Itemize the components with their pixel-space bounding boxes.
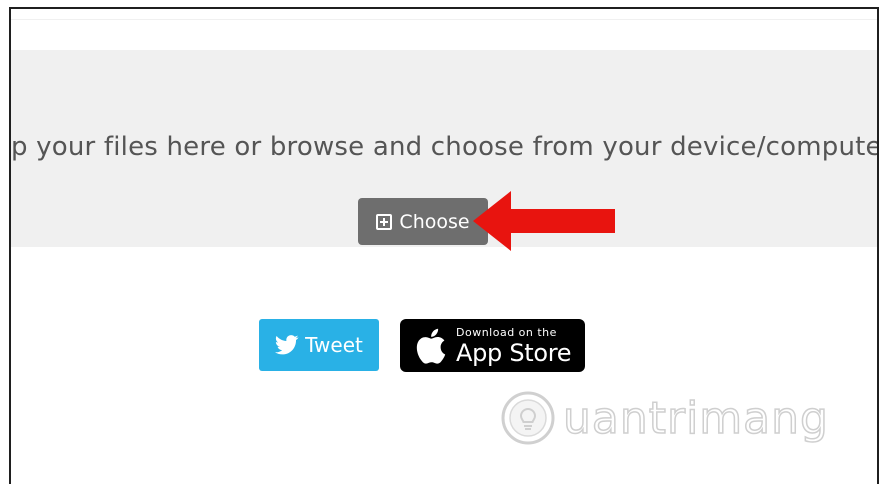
app-store-button[interactable]: Download on the App Store <box>400 319 585 372</box>
twitter-bird-icon <box>275 335 299 355</box>
app-store-text: Download on the App Store <box>456 325 572 367</box>
red-arrow-icon <box>473 191 615 251</box>
choose-button-label: Choose <box>399 210 470 233</box>
apple-icon <box>416 328 446 364</box>
watermark-logo: uantrimang <box>499 389 829 447</box>
file-dropzone[interactable]: p your files here or browse and choose f… <box>11 50 879 251</box>
watermark-text: uantrimang <box>562 392 829 445</box>
lightbulb-icon <box>501 391 555 445</box>
choose-button[interactable]: Choose <box>358 198 488 245</box>
app-store-big-label: App Store <box>456 338 572 367</box>
page-frame: p your files here or browse and choose f… <box>9 7 879 484</box>
header-divider <box>11 19 877 20</box>
app-store-small-label: Download on the <box>456 325 557 339</box>
plus-square-icon <box>376 213 393 230</box>
tweet-button-label: Tweet <box>305 333 363 357</box>
tweet-button[interactable]: Tweet <box>259 319 379 371</box>
dropzone-instruction: p your files here or browse and choose f… <box>11 132 879 162</box>
